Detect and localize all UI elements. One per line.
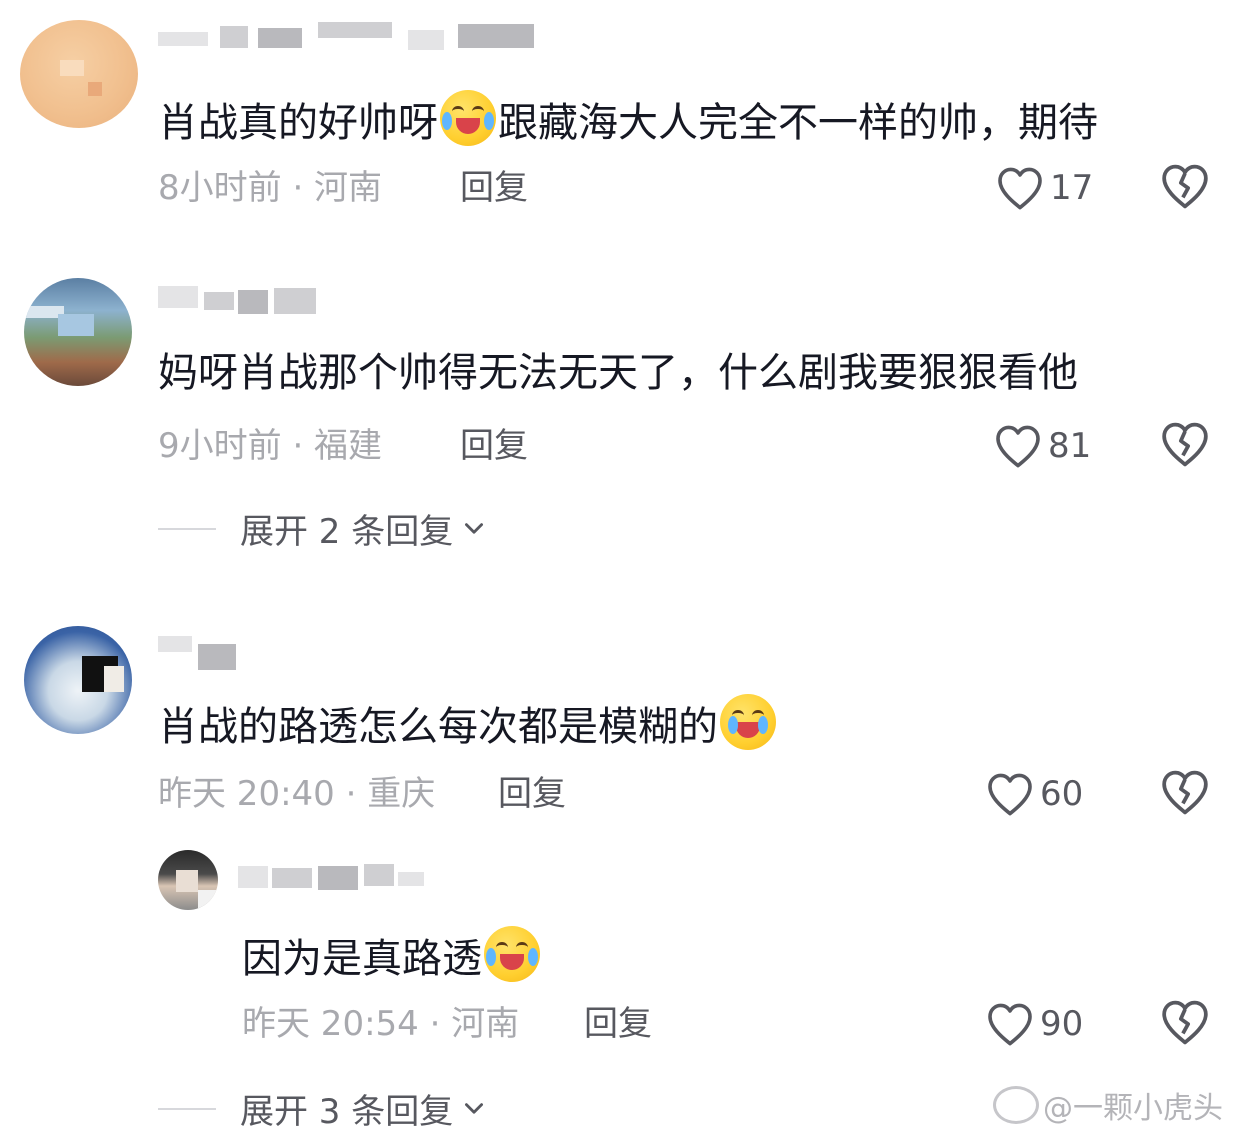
loudly-crying-emoji	[720, 694, 776, 750]
watermark-text: @一颗小虎头	[1043, 1091, 1223, 1126]
chevron-down-icon	[465, 522, 484, 534]
subreply-time-location: 昨天 20:54 · 河南	[242, 1004, 520, 1044]
dislike-button[interactable]	[1160, 998, 1212, 1050]
comment-text: 妈呀肖战那个帅得无法无天了，什么剧我要狠狠看他	[158, 350, 1078, 396]
comment-text-part: 因为是真路透	[242, 936, 482, 982]
username-blurred[interactable]	[158, 282, 358, 314]
broken-heart-icon	[1162, 1000, 1208, 1045]
subreply-text: 因为是真路透	[242, 926, 542, 984]
dislike-button[interactable]	[1160, 162, 1212, 214]
username-blurred[interactable]	[238, 860, 428, 890]
expand-replies-label: 展开 3 条回复	[240, 1092, 454, 1132]
watermark: @一颗小虎头	[993, 1083, 1223, 1127]
comment-text: 肖战真的好帅呀 跟藏海大人完全不一样的帅，期待	[158, 90, 1098, 148]
comment-time-location: 昨天 20:40 · 重庆	[158, 774, 436, 814]
expand-replies-button[interactable]: 展开 3 条回复	[158, 1084, 487, 1133]
reply-button[interactable]: 回复	[584, 1004, 652, 1044]
comment-text-part: 肖战真的好帅呀	[158, 100, 438, 146]
reply-button[interactable]: 回复	[498, 774, 566, 814]
divider	[158, 1107, 216, 1110]
reply-button[interactable]: 回复	[460, 168, 528, 208]
comment-text-part: 肖战的路透怎么每次都是模糊的	[158, 704, 718, 750]
divider	[158, 527, 216, 530]
expand-replies-label: 展开 2 条回复	[240, 512, 454, 552]
broken-heart-icon	[1162, 770, 1208, 815]
crying-laughing-emoji	[484, 926, 540, 982]
heart-outline-icon	[988, 773, 1032, 816]
comment-text-part: 跟藏海大人完全不一样的帅，期待	[498, 100, 1098, 146]
heart-outline-icon	[998, 167, 1042, 210]
chevron-down-icon	[465, 1102, 484, 1114]
like-button[interactable]: 81	[994, 420, 1091, 472]
avatar[interactable]	[24, 278, 132, 386]
expand-replies-button[interactable]: 展开 2 条回复	[158, 504, 487, 553]
like-button[interactable]: 17	[996, 162, 1093, 214]
avatar[interactable]	[158, 850, 218, 910]
dislike-button[interactable]	[1160, 768, 1212, 820]
username-blurred[interactable]	[158, 22, 538, 52]
reply-button[interactable]: 回复	[460, 426, 528, 466]
broken-heart-icon	[1162, 164, 1208, 209]
like-count: 17	[1050, 168, 1094, 208]
heart-outline-icon	[988, 1003, 1032, 1046]
like-count: 60	[1040, 774, 1084, 814]
username-blurred[interactable]	[158, 630, 248, 670]
dislike-button[interactable]	[1160, 420, 1212, 472]
heart-outline-icon	[996, 425, 1040, 468]
like-count: 90	[1040, 1004, 1084, 1044]
like-button[interactable]: 60	[986, 768, 1083, 820]
broken-heart-icon	[1162, 422, 1208, 467]
like-count: 81	[1048, 426, 1092, 466]
comment-text: 肖战的路透怎么每次都是模糊的	[158, 694, 778, 752]
like-button[interactable]: 90	[986, 998, 1083, 1050]
weibo-logo-icon	[993, 1086, 1039, 1124]
crying-laughing-emoji	[440, 90, 496, 146]
avatar[interactable]	[20, 20, 138, 128]
avatar[interactable]	[24, 626, 132, 734]
comment-time-location: 9小时前 · 福建	[158, 426, 383, 466]
comment-time-location: 8小时前 · 河南	[158, 168, 383, 208]
